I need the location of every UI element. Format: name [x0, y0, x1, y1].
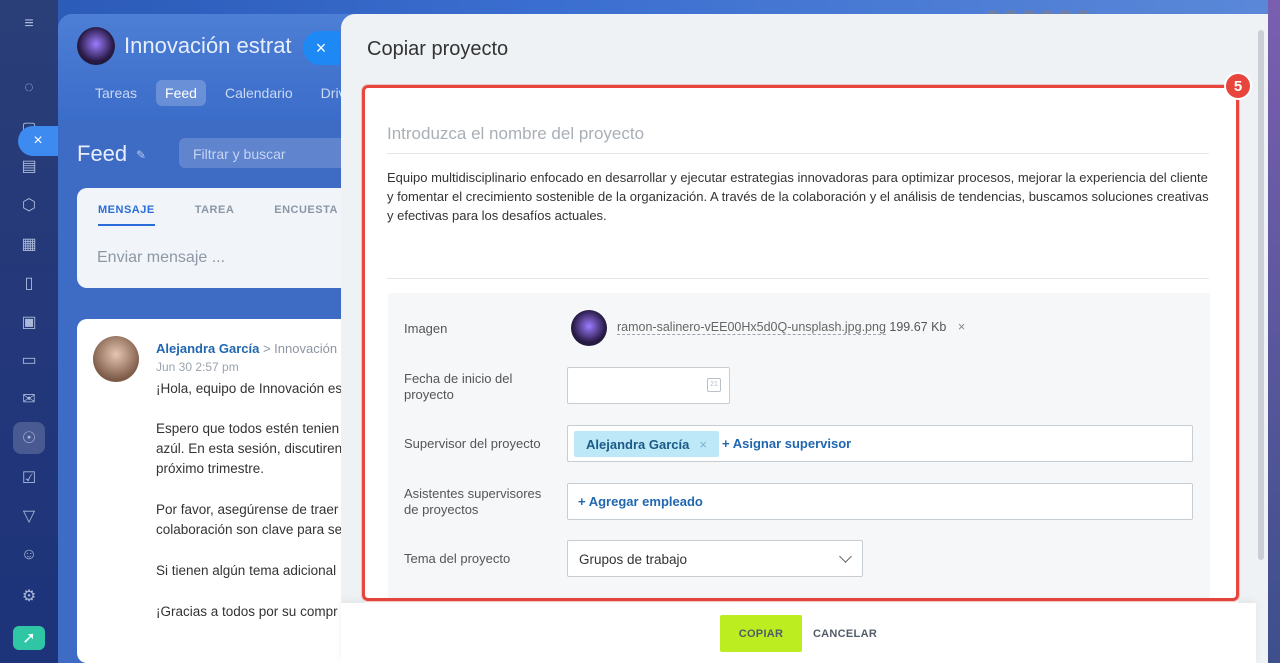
cancel-button[interactable]: CANCELAR: [806, 615, 884, 652]
tab-feed[interactable]: Feed: [156, 80, 206, 106]
group-tabs: Tareas Feed Calendario Drive: [86, 80, 362, 106]
document-icon[interactable]: ▤: [17, 154, 41, 178]
card-icon[interactable]: ▭: [17, 348, 41, 372]
highlight-frame: [362, 85, 1239, 601]
calendar-icon[interactable]: ▦: [17, 232, 41, 256]
post-line: próximo trimestre.: [156, 461, 265, 476]
group-avatar: [77, 27, 115, 65]
gear-icon[interactable]: ⚙: [17, 584, 41, 608]
filter-search-input[interactable]: Filtrar y buscar: [179, 138, 359, 168]
message-composer: [77, 188, 359, 288]
post-line: Si tienen algún tema adicional: [156, 563, 337, 578]
rocket-icon[interactable]: ➚: [13, 626, 45, 650]
composer-tab-encuesta[interactable]: ENCUESTA: [274, 204, 338, 226]
tab-calendario[interactable]: Calendario: [216, 80, 302, 106]
post-group[interactable]: Innovación: [274, 341, 337, 356]
post-author: Alejandra García > Innovación: [156, 341, 337, 356]
post-line: azúl. En esta sesión, discutiren: [156, 441, 343, 456]
left-nav-rail: ≡ ◌ ▢ ▤ ⬡ ▦ ▯ ▣ ▭ ✉ ☉ ☑ ▽ ☺ ⚙ ➚: [0, 0, 58, 663]
composer-tab-mensaje[interactable]: MENSAJE: [98, 204, 155, 226]
post-line: ¡Gracias a todos por su compr: [156, 604, 338, 619]
mail-icon[interactable]: ✉: [17, 387, 41, 411]
panel-scrollbar[interactable]: [1258, 30, 1264, 560]
robot-icon[interactable]: ☺: [17, 543, 41, 567]
close-slider-button[interactable]: ×: [303, 31, 339, 65]
workgroups-icon[interactable]: ☉: [13, 422, 45, 454]
arrow-separator: >: [262, 341, 271, 356]
tasks-icon[interactable]: ☑: [17, 466, 41, 490]
post-line: colaboración son clave para se: [156, 522, 343, 537]
group-title: Innovación estrat: [124, 33, 292, 58]
right-edge-background: [1268, 0, 1280, 663]
post-line: ¡Hola, equipo de Innovación es: [156, 381, 343, 396]
tab-tareas[interactable]: Tareas: [86, 80, 146, 106]
chat-icon[interactable]: ◌: [17, 76, 41, 100]
close-group-button[interactable]: ×: [18, 126, 58, 156]
pin-icon[interactable]: ✎: [136, 148, 146, 162]
menu-icon[interactable]: ≡: [17, 12, 41, 36]
author-link[interactable]: Alejandra García: [156, 341, 259, 356]
post-line: Por favor, asegúrense de traer: [156, 502, 339, 517]
composer-tabs: MENSAJE TAREA ENCUESTA: [98, 204, 338, 226]
post-date: Jun 30 2:57 pm: [156, 360, 239, 374]
panel-title: Copiar proyecto: [367, 38, 509, 60]
feed-title: Feed: [77, 141, 128, 166]
post-line: Espero que todos estén tenien: [156, 421, 340, 436]
composer-tab-tarea[interactable]: TAREA: [195, 204, 235, 226]
send-message-input[interactable]: Enviar mensaje ...: [97, 249, 225, 267]
file-icon[interactable]: ▯: [17, 271, 41, 295]
close-icon: ×: [315, 37, 327, 58]
filter-icon[interactable]: ▽: [17, 504, 41, 528]
board-icon[interactable]: ▣: [17, 310, 41, 334]
step-badge: 5: [1224, 72, 1252, 100]
copy-button[interactable]: COPIAR: [720, 615, 802, 652]
close-icon: ×: [33, 132, 43, 149]
hexagon-icon[interactable]: ⬡: [17, 193, 41, 217]
author-avatar[interactable]: [93, 336, 139, 382]
